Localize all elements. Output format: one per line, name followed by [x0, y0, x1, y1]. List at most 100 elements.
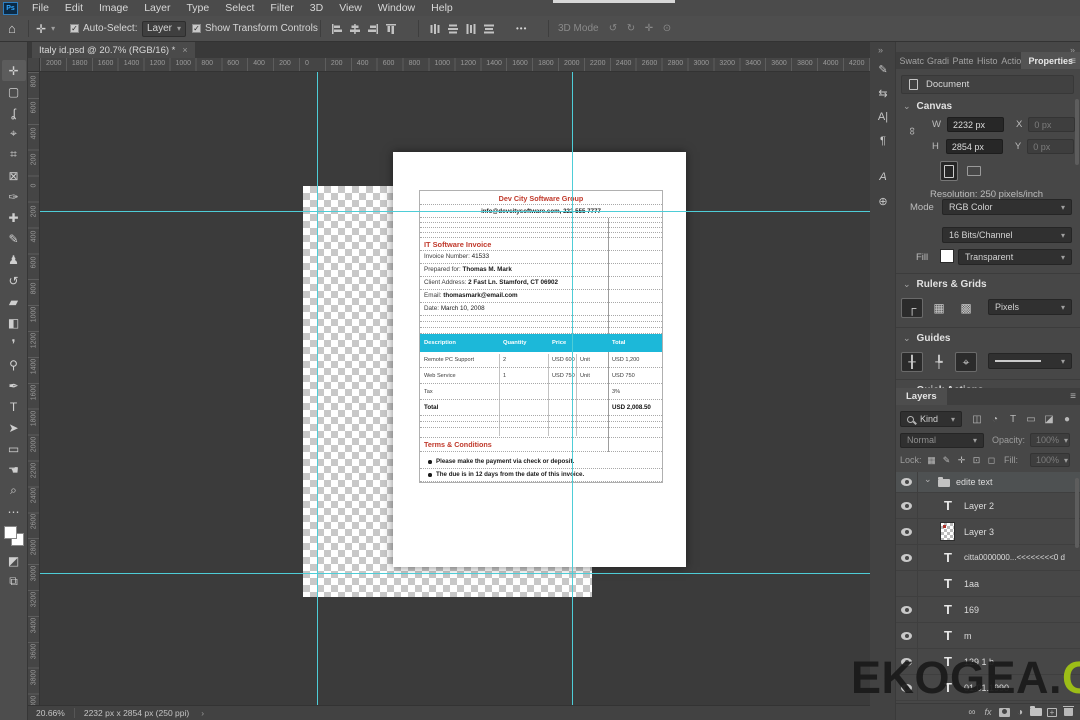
fill-dropdown[interactable]: Transparent ▾: [958, 249, 1072, 265]
path-selection-tool[interactable]: ➤: [2, 417, 26, 438]
collapse-panels-icon[interactable]: »: [878, 45, 883, 55]
panel-tab-swatc[interactable]: Swatc: [896, 56, 924, 69]
visibility-toggle[interactable]: [896, 623, 918, 648]
units-dropdown[interactable]: Pixels ▾: [988, 299, 1072, 315]
new-guide-icon[interactable]: ╂: [901, 352, 923, 372]
screen-mode-icon[interactable]: ⧉: [2, 571, 26, 592]
move-tool-options-icon[interactable]: ✛ ▾: [36, 16, 55, 41]
text-layer-thumbnail[interactable]: T: [944, 628, 952, 643]
filter-type-layers-icon[interactable]: T: [1004, 414, 1022, 425]
pixel-grid-toggle-icon[interactable]: ▩: [955, 298, 977, 318]
panel-tab-actio[interactable]: Actio: [998, 56, 1022, 69]
filter-pin-icon[interactable]: ●: [1058, 414, 1076, 425]
lock-all-icon[interactable]: ◻: [984, 455, 999, 466]
menu-item-file[interactable]: File: [24, 0, 57, 16]
healing-brush-tool[interactable]: ✚: [2, 207, 26, 228]
vertical-ruler[interactable]: 800 600 400 200 0 200 400 600 800 1000 1200 1400 160…: [28, 72, 40, 705]
glyphs-panel-icon[interactable]: A: [870, 166, 896, 188]
visibility-toggle[interactable]: [896, 519, 918, 544]
pen-tool[interactable]: ✒: [2, 375, 26, 396]
layer-row-169[interactable]: T 169: [896, 597, 1080, 623]
canvas-width-input[interactable]: 2232 px: [946, 117, 1004, 132]
hand-tool[interactable]: ☚: [2, 459, 26, 480]
text-layer-thumbnail[interactable]: T: [944, 576, 952, 591]
eyedropper-tool[interactable]: ✑: [2, 186, 26, 207]
distribute-spacing-vertical-icon[interactable]: [480, 19, 498, 39]
paragraph-panel-icon[interactable]: ¶: [870, 130, 896, 152]
panel-tab-patte[interactable]: Patte: [949, 56, 974, 69]
clone-source-panel-icon[interactable]: ⇆: [870, 82, 896, 104]
link-layers-icon[interactable]: ∞: [964, 705, 980, 719]
visibility-toggle[interactable]: [896, 571, 918, 596]
lock-image-pixels-icon[interactable]: ✎: [939, 455, 954, 466]
guide-horizontal-1[interactable]: [40, 211, 870, 212]
link-dimensions-icon[interactable]: ∞: [906, 127, 918, 135]
show-transform-controls-checkbox[interactable]: ✓ Show Transform Controls: [192, 16, 318, 41]
layer-row-citta0000000-0-d[interactable]: Tcitta0000000...<<<<<<<<0 d: [896, 545, 1080, 571]
menu-item-3d[interactable]: 3D: [302, 0, 331, 16]
color-swatches[interactable]: [3, 526, 24, 546]
opacity-input[interactable]: 100% ▾: [1030, 433, 1070, 447]
canvas-area[interactable]: Dev City Software Group info@devcitysoft…: [40, 72, 870, 705]
text-layer-thumbnail[interactable]: T: [944, 498, 952, 513]
filter-shape-layers-icon[interactable]: ▭: [1022, 414, 1040, 425]
lasso-tool[interactable]: ʆ: [2, 102, 26, 123]
canvas-y-input[interactable]: 0 px: [1027, 139, 1075, 154]
distribute-vertical-icon[interactable]: [444, 19, 462, 39]
layer-thumbnail[interactable]: [940, 522, 955, 541]
visibility-toggle[interactable]: [896, 472, 918, 492]
document-tab[interactable]: Italy id.psd @ 20.7% (RGB/16) * ×: [32, 42, 195, 58]
canvas-section-header[interactable]: ⌄ Canvas: [903, 101, 952, 112]
canvas-x-input[interactable]: 0 px: [1028, 117, 1076, 132]
lock-transparent-pixels-icon[interactable]: ▦: [924, 455, 939, 466]
panel-tab-gradi[interactable]: Gradi: [924, 56, 949, 69]
lock-guides-icon[interactable]: ╄: [928, 352, 950, 372]
align-center-horizontal-icon[interactable]: [346, 19, 364, 39]
align-top-icon[interactable]: [382, 19, 400, 39]
object-selection-tool[interactable]: ⌖: [2, 123, 26, 144]
document-properties-row[interactable]: Document: [901, 75, 1074, 94]
auto-select-checkbox[interactable]: ✓ Auto-Select:: [70, 16, 137, 41]
auto-select-target-dropdown[interactable]: Layer ▾: [142, 16, 187, 41]
bit-depth-dropdown[interactable]: 16 Bits/Channel ▾: [942, 227, 1072, 243]
layers-scrollbar[interactable]: [1075, 478, 1079, 548]
menu-item-edit[interactable]: Edit: [57, 0, 91, 16]
dodge-tool[interactable]: ⚲: [2, 354, 26, 375]
tab-close-icon[interactable]: ×: [182, 45, 187, 55]
brush-settings-panel-icon[interactable]: ✎: [870, 58, 896, 80]
new-layer-icon[interactable]: +: [1044, 705, 1060, 719]
zoom-tool[interactable]: ⌕: [2, 480, 26, 501]
layer-row-layer-2[interactable]: T Layer 2: [896, 493, 1080, 519]
frame-tool[interactable]: ⊠: [2, 165, 26, 186]
filter-smart-objects-icon[interactable]: ◪: [1040, 414, 1058, 425]
menu-item-type[interactable]: Type: [178, 0, 217, 16]
distribute-horizontal-icon[interactable]: [426, 19, 444, 39]
menu-item-help[interactable]: Help: [423, 0, 461, 16]
more-align-options[interactable]: •••: [516, 16, 527, 41]
eraser-tool[interactable]: ▰: [2, 291, 26, 312]
layer-row-m[interactable]: Tm: [896, 623, 1080, 649]
shape-tool[interactable]: ▭: [2, 438, 26, 459]
visibility-toggle[interactable]: [896, 493, 918, 518]
zoom-level[interactable]: 20.66%: [36, 708, 65, 718]
marquee-tool[interactable]: ▢: [2, 81, 26, 102]
quick-mask-icon[interactable]: ◩: [2, 550, 26, 571]
filter-pixel-layers-icon[interactable]: ◫: [968, 414, 986, 425]
menu-item-image[interactable]: Image: [91, 0, 136, 16]
properties-scrollbar[interactable]: [1075, 99, 1079, 165]
horizontal-ruler[interactable]: 2000 1800 1600 1400 1200 1000 800 600 400 200 0 200…: [40, 58, 870, 72]
portrait-orientation-button[interactable]: [940, 161, 958, 181]
layers-tab[interactable]: Layers: [896, 388, 947, 405]
rulers-grids-section-header[interactable]: ⌄ Rulers & Grids: [903, 279, 987, 290]
panel-menu-icon[interactable]: ≡: [1070, 56, 1076, 67]
color-mode-dropdown[interactable]: RGB Color ▾: [942, 199, 1072, 215]
clear-guides-icon[interactable]: ⌖: [955, 352, 977, 372]
character-panel-icon[interactable]: A|: [870, 106, 896, 128]
layers-menu-icon[interactable]: ≡: [1070, 391, 1076, 402]
layer-filter-kind-dropdown[interactable]: Kind ▾: [900, 411, 962, 427]
fill-swatch[interactable]: [940, 249, 954, 263]
layer-effects-icon[interactable]: fx: [980, 705, 996, 719]
group-expand-caret[interactable]: ⌄: [924, 474, 932, 485]
distribute-spacing-horizontal-icon[interactable]: [462, 19, 480, 39]
gradient-tool[interactable]: ◧: [2, 312, 26, 333]
